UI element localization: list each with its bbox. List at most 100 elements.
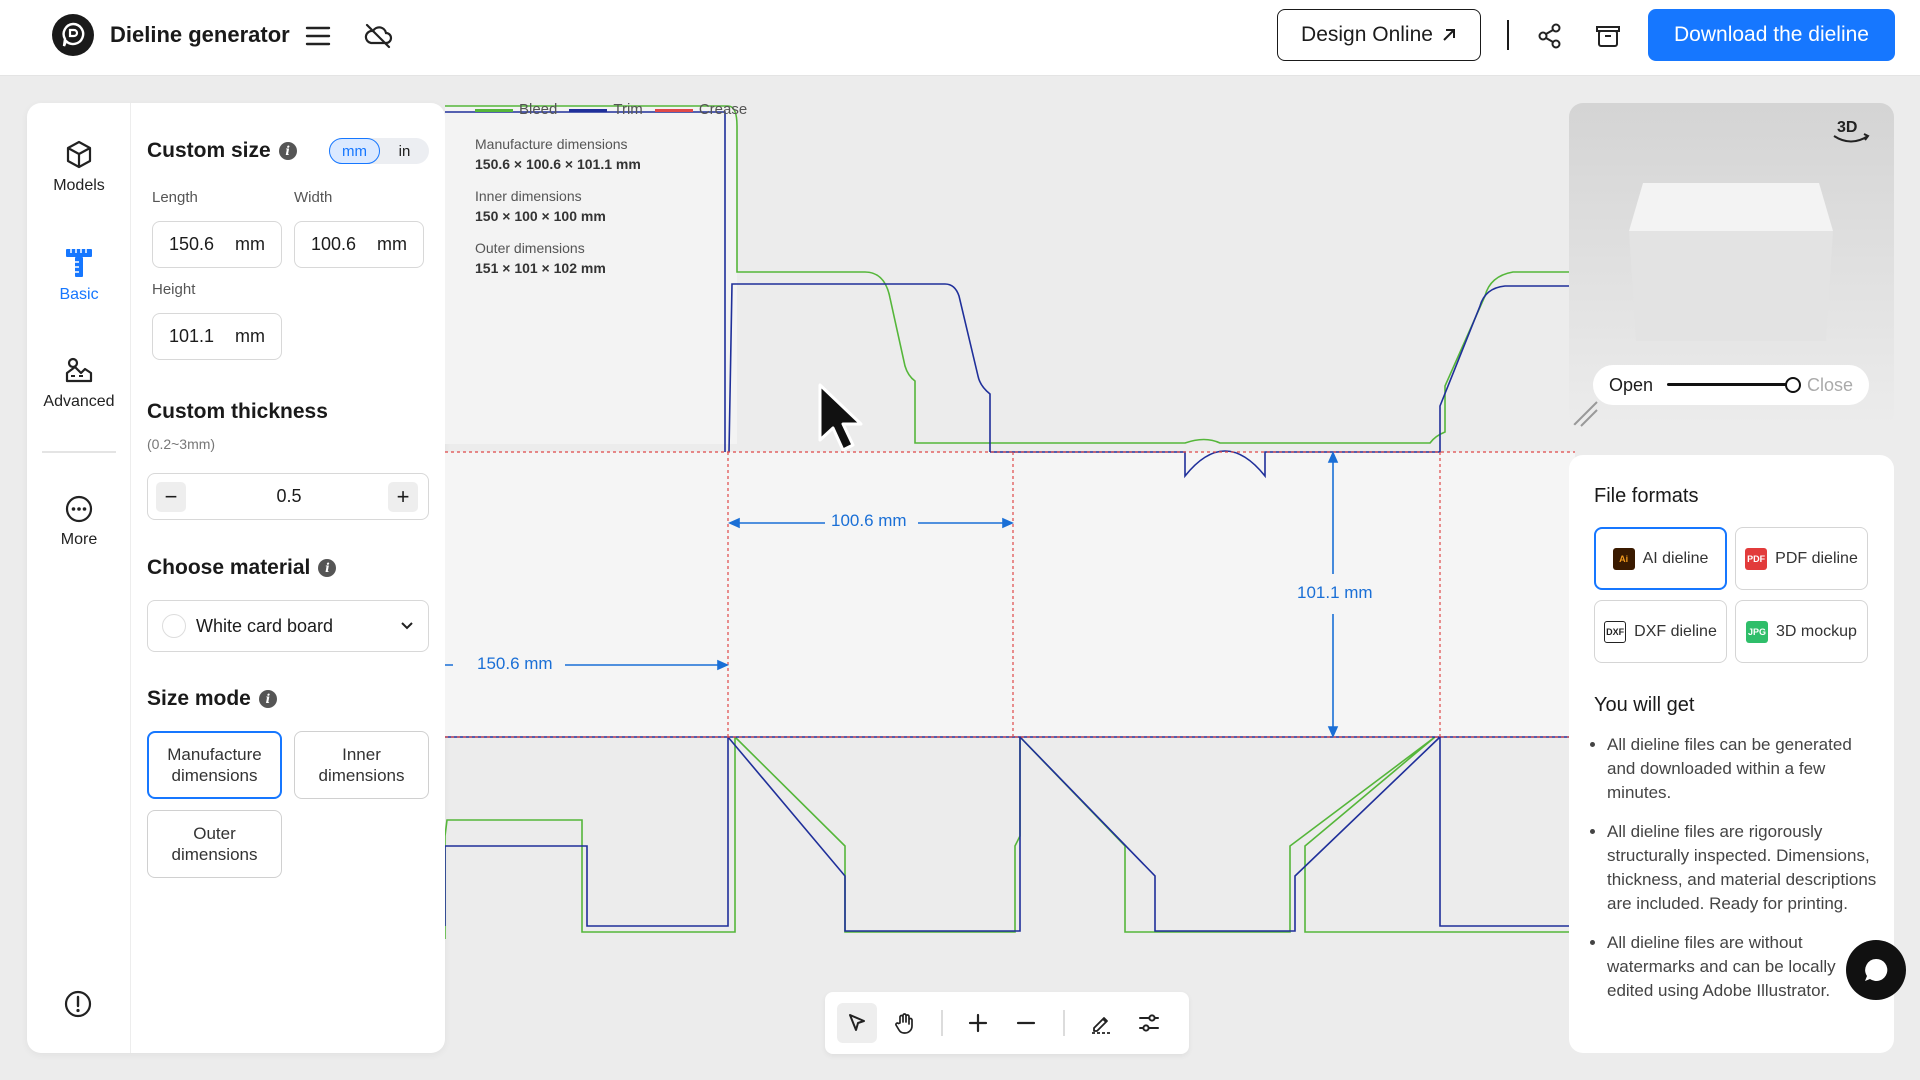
length-unit: mm [235,234,265,254]
header-divider [1507,20,1509,50]
size-mode-manufacture[interactable]: Manufacture dimensions [147,731,282,799]
3d-preview[interactable]: 3D Open Close [1569,103,1894,428]
format-ai-dieline[interactable]: Ai AI dieline [1594,527,1727,590]
select-icon [849,1014,865,1031]
benefit-item: All dieline files can be generated and d… [1607,733,1882,805]
design-online-button[interactable]: Design Online [1277,9,1481,61]
format-3d-label: 3D mockup [1776,622,1857,640]
app-title: Dieline generator [110,22,290,47]
width-label: Width [294,189,333,206]
box-icon[interactable] [1592,20,1624,52]
dieline-canvas[interactable]: Bleed Trim Crease Manufacture dimensions… [445,76,1575,1080]
format-ai-label: AI dieline [1642,549,1709,567]
choose-material-label: Choose material [147,556,311,579]
side-rail: Models Basic Advanced More [27,103,131,1053]
share-icon[interactable] [1534,20,1566,52]
custom-size-label: Custom size [147,139,271,162]
arrow-up-right-icon [1443,29,1455,41]
toolbar-divider [941,1010,943,1036]
width-input[interactable]: 100.6 mm [294,221,424,268]
info-icon[interactable]: i [258,690,277,708]
download-dieline-button[interactable]: Download the dieline [1648,9,1895,61]
height-input[interactable]: 101.1 mm [152,313,282,360]
dxf-file-icon: DXF [1604,620,1627,643]
thickness-minus-button[interactable]: − [156,482,186,512]
more-icon [65,495,93,523]
format-3d-mockup[interactable]: JPG 3D mockup [1735,600,1868,663]
unit-toggle: mm in [329,138,429,164]
format-pdf-dieline[interactable]: PDF PDF dieline [1735,527,1868,590]
zoom-out-tool[interactable] [1006,1003,1046,1043]
rail-item-more[interactable]: More [27,493,131,549]
3d-box-model [1629,183,1833,341]
line-legend: Bleed Trim Crease [475,101,747,118]
hand-icon [895,1013,913,1034]
custom-thickness-title: Custom thickness [147,400,328,423]
3d-badge-icon[interactable]: 3D [1833,119,1870,143]
open-label: Open [1609,374,1654,395]
choose-material-title: Choose material i [147,556,337,580]
canvas-toolbar [825,992,1189,1054]
chevron-down-icon [401,622,413,630]
close-label: Close [1806,374,1853,395]
app-logo[interactable] [52,14,94,56]
pdf-file-icon: PDF [1745,547,1768,570]
settings-panel: Custom size i mm in Length Width 150.6 m… [147,103,437,1053]
benefit-item: All dieline files are without watermarks… [1607,931,1882,1003]
adjust-tool[interactable] [1129,1003,1169,1043]
legend-bleed: Bleed [475,101,557,118]
edit-icon [1092,1017,1110,1034]
material-swatch [162,614,186,638]
height-unit: mm [235,326,265,346]
chat-button[interactable] [1846,940,1906,1000]
zoom-out-icon [1016,1021,1036,1025]
thickness-stepper: 0.5 − + [147,473,429,520]
rail-item-models[interactable]: Models [27,139,131,195]
cloud-off-icon[interactable] [362,20,394,52]
jpg-file-icon: JPG [1746,620,1769,643]
outer-dims-label: Outer dimensions [475,240,585,256]
size-mode-inner[interactable]: Inner dimensions [294,731,429,799]
rail-label-basic: Basic [59,286,99,303]
format-dxf-dieline[interactable]: DXF DXF dieline [1594,600,1727,663]
edit-tool[interactable] [1081,1003,1121,1043]
resize-corner-icon[interactable] [1569,398,1599,428]
slider-track[interactable] [1667,377,1801,393]
zoom-in-tool[interactable] [958,1003,998,1043]
hand-tool[interactable] [885,1003,925,1043]
top-bar: Dieline generator Design Online Download… [0,0,1920,76]
size-mode-outer[interactable]: Outer dimensions [147,810,282,878]
rail-divider [42,451,116,453]
menu-icon[interactable] [302,20,334,52]
alert-circle-icon[interactable] [63,989,93,1024]
format-dxf-label: DXF dieline [1634,622,1717,640]
rail-item-advanced[interactable]: Advanced [27,355,131,411]
select-tool[interactable] [837,1003,877,1043]
length-input[interactable]: 150.6 mm [152,221,282,268]
material-select[interactable]: White card board [147,600,429,652]
height-value: 101.1 [169,326,215,346]
unit-mm-option[interactable]: mm [329,138,380,164]
open-close-slider[interactable]: Open Close [1593,365,1869,405]
info-icon[interactable]: i [318,559,337,577]
info-icon[interactable]: i [278,142,297,160]
toolbar-divider [1063,1010,1065,1036]
unit-in-option[interactable]: in [380,138,429,164]
width-unit: mm [377,234,407,254]
rail-label-advanced: Advanced [43,393,115,410]
slider-thumb[interactable] [1784,377,1801,393]
design-online-label: Design Online [1301,23,1433,46]
thickness-range: (0.2~3mm) [147,436,216,452]
benefit-item: All dieline files are rigorously structu… [1607,820,1882,916]
file-formats-title: File formats [1594,485,1699,507]
adjust-icon [1139,1014,1159,1032]
thickness-plus-button[interactable]: + [388,482,418,512]
format-pdf-label: PDF dieline [1775,549,1858,567]
outer-dims-value: 151 × 101 × 102 mm [475,260,606,276]
width-value: 100.6 [311,234,357,254]
rail-label-models: Models [53,177,105,194]
mouse-cursor-icon [818,383,863,452]
rail-item-basic[interactable]: Basic [27,246,131,304]
length-value: 150.6 [169,234,215,254]
custom-size-title: Custom size i [147,139,297,163]
